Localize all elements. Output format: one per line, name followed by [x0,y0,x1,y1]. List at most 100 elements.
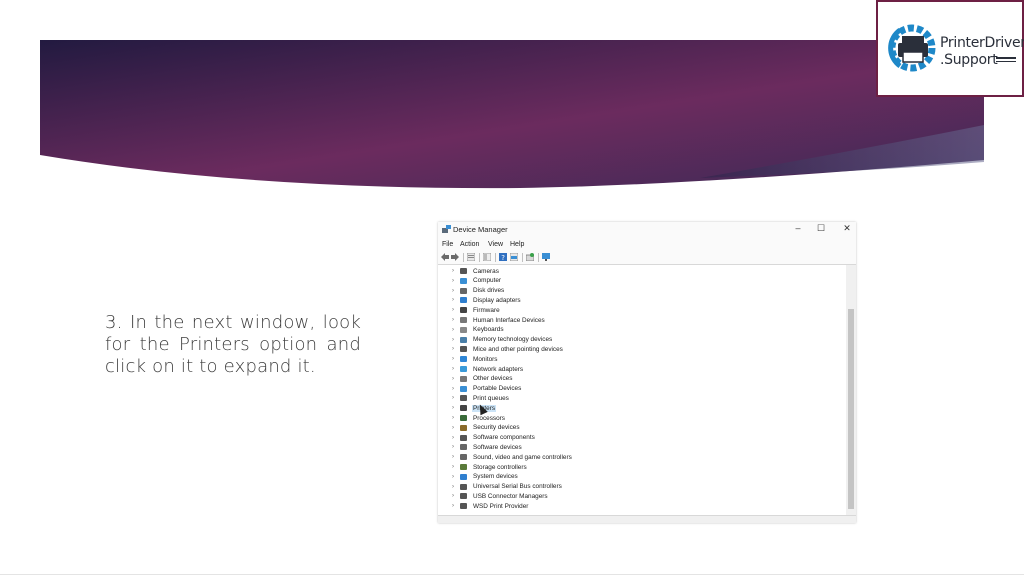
device-manager-icon [442,225,451,233]
tree-item-label: Sound, video and game controllers [473,453,572,461]
tree-item-label: Security devices [473,424,520,432]
expand-chevron-icon[interactable]: › [452,484,454,490]
menu-view[interactable]: View [488,241,503,248]
usb-icon [460,483,467,490]
expand-chevron-icon[interactable]: › [452,493,454,499]
close-button[interactable]: ✕ [837,223,856,234]
portable-icon [460,385,467,392]
title-bar[interactable]: Device Manager – ☐ ✕ [438,222,856,238]
tree-item-label: Universal Serial Bus controllers [473,483,562,491]
expand-chevron-icon[interactable]: › [452,454,454,460]
toolbar: ? [438,251,856,265]
security-icon [460,424,467,431]
tree-item-label: Display adapters [473,296,521,304]
console-tree-icon[interactable] [483,253,491,261]
minimize-button[interactable]: – [788,223,808,233]
tree-item-label: Software components [473,434,535,442]
expand-chevron-icon[interactable]: › [452,268,454,274]
processor-icon [460,415,467,421]
expand-chevron-icon[interactable]: › [452,425,454,431]
expand-chevron-icon[interactable]: › [452,376,454,382]
expand-chevron-icon[interactable]: › [452,435,454,441]
expand-chevron-icon[interactable]: › [452,503,454,509]
tree-item-label: Computer [473,277,502,285]
device-manager-window: Device Manager – ☐ ✕ File Action View He… [438,222,856,523]
printer-gear-icon [888,24,936,72]
keyboard-icon [460,326,467,333]
expand-chevron-icon[interactable]: › [452,337,454,343]
logo-lines [996,57,1016,64]
window-title: Device Manager [453,225,508,234]
expand-chevron-icon[interactable]: › [452,278,454,284]
expand-chevron-icon[interactable]: › [452,317,454,323]
tree-item-label: Firmware [473,306,500,314]
software-device-icon [460,444,467,451]
menu-bar: File Action View Help [438,239,856,251]
mouse-icon [460,346,467,353]
menu-action[interactable]: Action [460,241,479,248]
forward-icon[interactable] [451,253,459,261]
sound-icon [460,454,467,461]
tree-item-label: Memory technology devices [473,336,553,344]
expand-chevron-icon[interactable]: › [452,444,454,450]
expand-chevron-icon[interactable]: › [452,297,454,303]
maximize-button[interactable]: ☐ [811,223,831,234]
expand-chevron-icon[interactable]: › [452,307,454,313]
expand-chevron-icon[interactable]: › [452,464,454,470]
expand-chevron-icon[interactable]: › [452,395,454,401]
expand-chevron-icon[interactable]: › [452,356,454,362]
disk-icon [460,287,467,294]
status-bar [438,515,856,523]
back-icon[interactable] [441,253,449,261]
tree-item-label: System devices [473,473,518,481]
firmware-icon [460,307,467,314]
tree-item-label: Mice and other pointing devices [473,345,563,353]
expand-chevron-icon[interactable]: › [452,474,454,480]
svg-text:?: ? [501,254,505,261]
expand-chevron-icon[interactable]: › [452,405,454,411]
tree-item-label: Human Interface Devices [473,316,545,324]
scan-hardware-icon[interactable] [526,253,534,261]
tree-item-label: Keyboards [473,326,504,334]
vertical-scrollbar[interactable] [846,265,856,515]
tree-item-label: Other devices [473,375,513,383]
expand-chevron-icon[interactable]: › [452,386,454,392]
tree-item-label: Processors [473,414,505,422]
expand-chevron-icon[interactable]: › [452,366,454,372]
system-icon [460,473,467,480]
tree-item-label: Storage controllers [473,463,527,471]
tree-item-label: Cameras [473,267,499,275]
memory-icon [460,336,467,343]
header-banner [40,40,984,189]
menu-file[interactable]: File [442,241,453,248]
monitor-icon [460,356,467,363]
other-devices-icon [460,375,467,382]
help-icon[interactable]: ? [499,253,507,261]
tree-item-label: Network adapters [473,365,524,373]
tree-item-label: Print queues [473,394,509,402]
tree-item-label: Portable Devices [473,385,522,393]
monitor-icon[interactable] [542,253,550,261]
tree-item-label: WSD Print Provider [473,502,529,510]
properties-icon[interactable] [467,253,475,261]
footer-divider [0,574,1024,575]
expand-chevron-icon[interactable]: › [452,288,454,294]
camera-icon [460,268,467,274]
scrollbar-thumb[interactable] [848,309,854,509]
instruction-text: 3. In the next window, look for the Prin… [105,312,361,377]
expand-chevron-icon[interactable]: › [452,415,454,421]
expand-chevron-icon[interactable]: › [452,346,454,352]
brand-logo: PrinterDriver .Support [876,0,1024,97]
update-driver-icon[interactable] [510,253,518,261]
wsd-printer-icon [460,503,467,510]
device-tree: › Cameras › Computer › Disk drives › Display ad… [438,265,846,515]
printer-icon [460,405,467,412]
software-component-icon [460,434,467,441]
network-icon [460,366,467,372]
print-queue-icon [460,395,467,402]
logo-text-line2: .Support [940,52,998,68]
expand-chevron-icon[interactable]: › [452,327,454,333]
menu-help[interactable]: Help [510,241,524,248]
tree-item-label: USB Connector Managers [473,492,548,500]
hid-icon [460,317,467,323]
